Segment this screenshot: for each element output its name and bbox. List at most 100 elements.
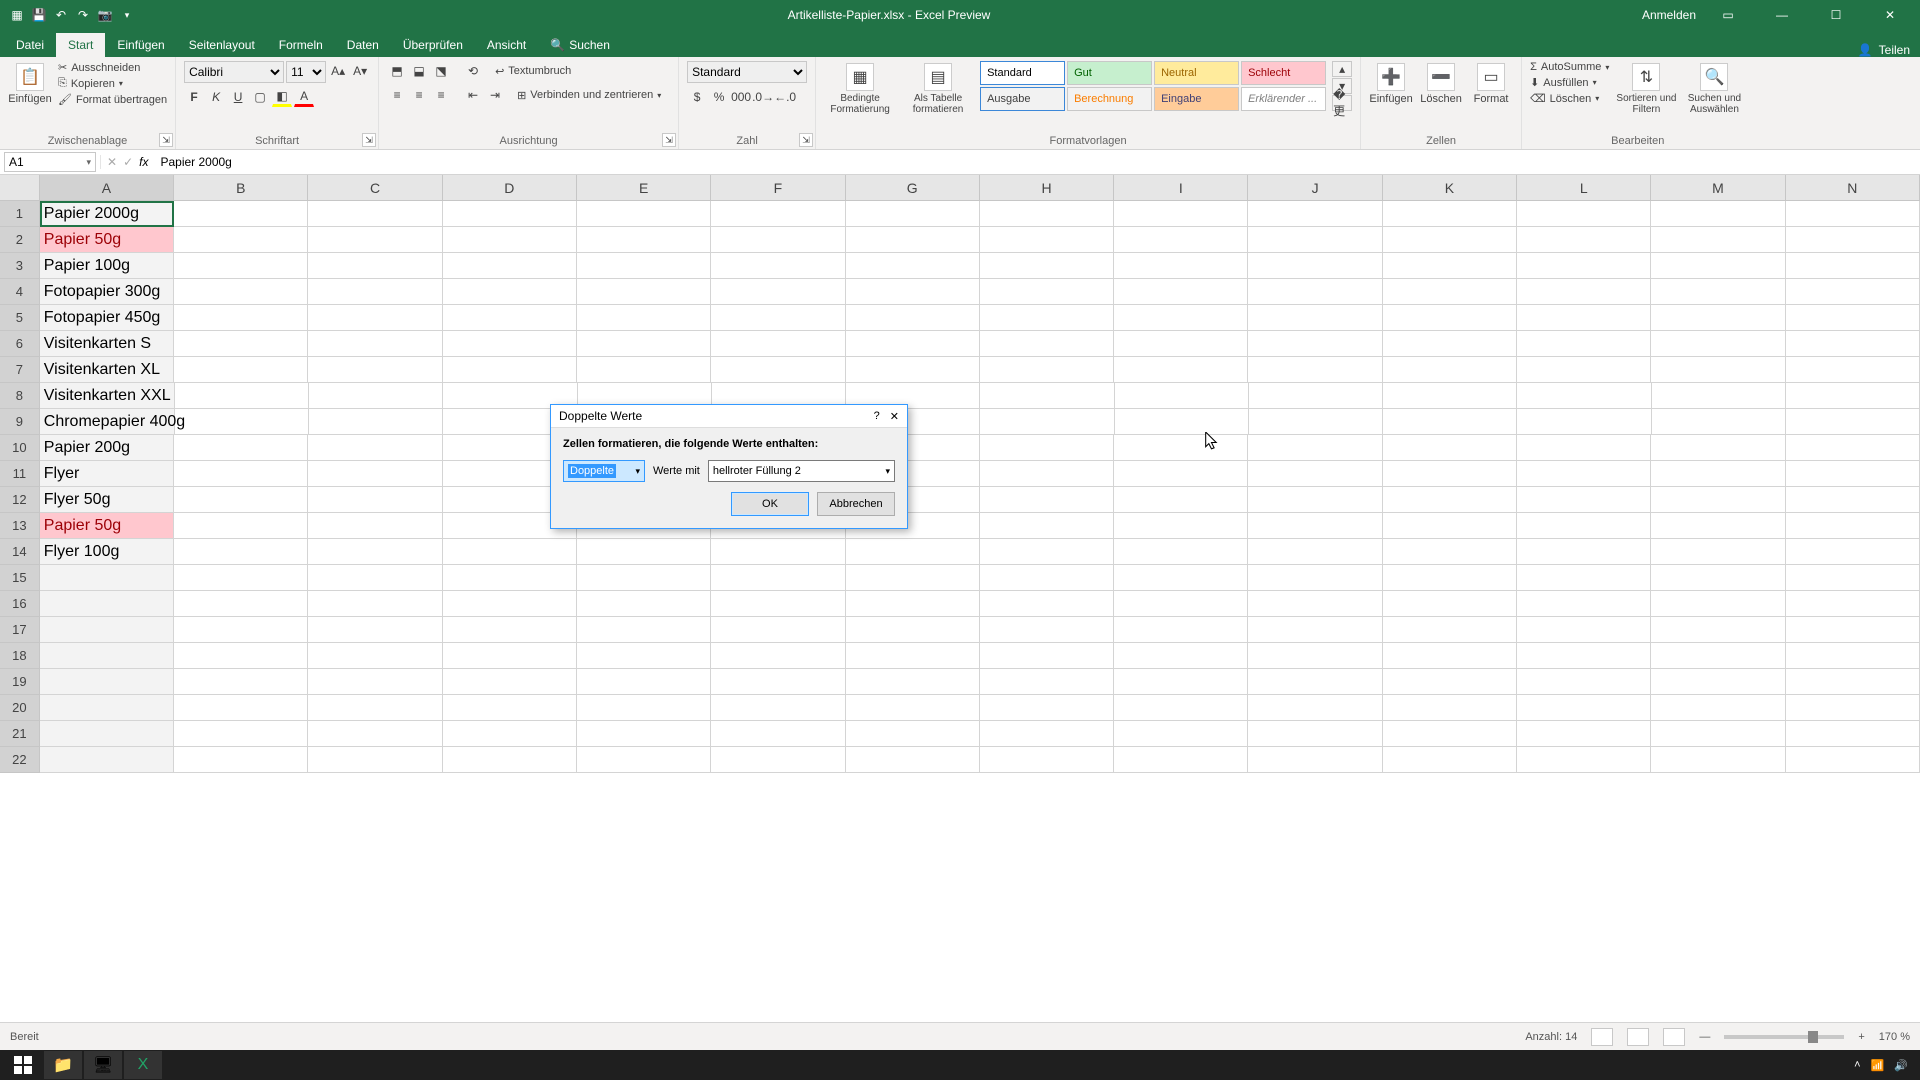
cell[interactable] [308, 617, 442, 643]
cell[interactable] [174, 253, 308, 279]
cell[interactable] [1249, 383, 1383, 409]
cell[interactable] [980, 409, 1114, 435]
cell[interactable] [1383, 617, 1517, 643]
cell[interactable] [443, 669, 577, 695]
row-header[interactable]: 13 [0, 513, 40, 539]
cell[interactable] [1248, 331, 1382, 357]
align-right-icon[interactable]: ≡ [431, 85, 451, 105]
cell[interactable]: Visitenkarten XXL [40, 383, 175, 409]
cell[interactable] [1114, 435, 1248, 461]
cell[interactable] [443, 643, 577, 669]
cell[interactable] [1383, 695, 1517, 721]
cell[interactable] [174, 357, 308, 383]
style-standard[interactable]: Standard [980, 61, 1065, 85]
cell[interactable]: Papier 100g [40, 253, 174, 279]
cell[interactable] [1248, 435, 1382, 461]
redo-icon[interactable]: ↷ [74, 6, 92, 24]
cell[interactable] [1383, 227, 1517, 253]
cut-button[interactable]: ✂Ausschneiden [58, 61, 167, 74]
cell[interactable]: Flyer 100g [40, 539, 174, 565]
cell[interactable] [443, 253, 577, 279]
cell[interactable] [443, 617, 577, 643]
tab-einfügen[interactable]: Einfügen [105, 33, 176, 57]
gallery-more-icon[interactable]: �更 [1332, 95, 1352, 111]
cell[interactable] [577, 591, 711, 617]
cell[interactable] [443, 227, 577, 253]
cell[interactable]: Visitenkarten S [40, 331, 174, 357]
cell[interactable] [1248, 617, 1382, 643]
cell[interactable] [1786, 227, 1920, 253]
row-header[interactable]: 22 [0, 747, 40, 773]
cell[interactable] [1786, 201, 1920, 227]
col-header-E[interactable]: E [577, 175, 711, 200]
cancel-button[interactable]: Abbrechen [817, 492, 895, 516]
dialog-format-select[interactable]: hellroter Füllung 2▾ [708, 460, 895, 482]
style-schlecht[interactable]: Schlecht [1241, 61, 1326, 85]
cell[interactable] [1517, 539, 1651, 565]
tab-formeln[interactable]: Formeln [267, 33, 335, 57]
account-signin[interactable]: Anmelden [1642, 8, 1696, 22]
conditional-formatting-button[interactable]: ▦ Bedingte Formatierung [824, 61, 896, 115]
cell[interactable] [1383, 747, 1517, 773]
cell[interactable] [174, 305, 308, 331]
cell[interactable] [577, 305, 711, 331]
font-size-select[interactable]: 11 [286, 61, 326, 83]
cell[interactable] [1383, 357, 1517, 383]
cell[interactable] [308, 565, 442, 591]
cell[interactable] [980, 461, 1114, 487]
cell[interactable] [1651, 487, 1785, 513]
cell[interactable]: Visitenkarten XL [40, 357, 174, 383]
cell[interactable] [1248, 487, 1382, 513]
cell[interactable] [577, 695, 711, 721]
col-header-B[interactable]: B [174, 175, 308, 200]
insert-cells-button[interactable]: ➕Einfügen [1369, 61, 1413, 105]
cell[interactable] [980, 253, 1114, 279]
cell[interactable] [577, 565, 711, 591]
cell[interactable] [1517, 695, 1651, 721]
ribbon-display-icon[interactable]: ▭ [1706, 0, 1750, 30]
cell[interactable] [1786, 279, 1920, 305]
cell[interactable] [443, 591, 577, 617]
cell[interactable] [1114, 617, 1248, 643]
cell[interactable] [980, 435, 1114, 461]
cell[interactable] [980, 695, 1114, 721]
cell[interactable] [846, 747, 980, 773]
cell[interactable] [577, 201, 711, 227]
cell[interactable] [1114, 279, 1248, 305]
orientation-icon[interactable]: ⟲ [463, 61, 483, 81]
start-button[interactable] [4, 1051, 42, 1079]
styles-gallery[interactable]: StandardGutNeutralSchlechtAusgabeBerechn… [980, 61, 1326, 111]
cell[interactable] [174, 539, 308, 565]
cell[interactable] [1517, 305, 1651, 331]
cell[interactable] [308, 747, 442, 773]
cell[interactable] [846, 357, 980, 383]
col-header-G[interactable]: G [846, 175, 980, 200]
cell[interactable] [174, 617, 308, 643]
cell[interactable] [1114, 461, 1248, 487]
cell[interactable] [443, 565, 577, 591]
cell[interactable] [308, 487, 442, 513]
row-header[interactable]: 3 [0, 253, 40, 279]
cell[interactable] [980, 591, 1114, 617]
decrease-decimal-icon[interactable]: ←.0 [775, 87, 795, 107]
cell[interactable] [1383, 331, 1517, 357]
dialog-help-icon[interactable]: ? [874, 410, 880, 423]
cell[interactable] [1248, 227, 1382, 253]
cell[interactable] [40, 617, 174, 643]
cell[interactable] [1517, 409, 1651, 435]
cell[interactable] [1517, 643, 1651, 669]
cell[interactable] [1786, 383, 1920, 409]
cell[interactable] [1383, 305, 1517, 331]
cell[interactable] [1248, 357, 1382, 383]
cell[interactable] [1383, 643, 1517, 669]
italic-button[interactable]: K [206, 87, 226, 107]
cell[interactable] [174, 201, 308, 227]
cell[interactable] [846, 721, 980, 747]
clipboard-launcher[interactable]: ⇲ [159, 133, 173, 147]
cell[interactable] [577, 669, 711, 695]
format-painter-button[interactable]: 🖌Format übertragen [58, 93, 167, 106]
cell[interactable] [711, 617, 845, 643]
row-header[interactable]: 11 [0, 461, 40, 487]
cell[interactable] [308, 227, 442, 253]
cell[interactable] [1786, 669, 1920, 695]
